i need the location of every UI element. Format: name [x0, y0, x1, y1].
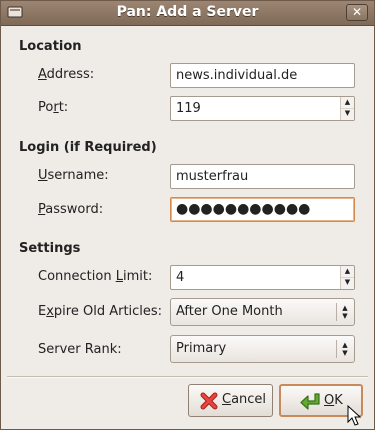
updown-arrows-icon: ▲ ▼ [342, 304, 348, 320]
expire-select-divider [336, 303, 337, 321]
ok-button-label: OK [324, 393, 343, 408]
address-label: Address: [38, 67, 95, 82]
username-input[interactable]: musterfrau [170, 164, 355, 189]
connection-limit-spinbox[interactable]: 4 ▲ ▼ [170, 265, 355, 290]
expire-label: Expire Old Articles: [38, 304, 163, 319]
port-spin-buttons: ▲ ▼ [340, 97, 354, 120]
server-rank-select[interactable]: Primary ▲ ▼ [170, 335, 355, 363]
login-heading: Login (if Required) [19, 140, 157, 155]
cancel-button-label: Cancel [222, 392, 267, 407]
username-label: Username: [38, 168, 109, 183]
add-server-dialog: Pan: Add a Server ✕ Location Address: ne… [0, 0, 375, 430]
action-area-divider [7, 376, 368, 378]
window-title: Pan: Add a Server [116, 4, 259, 20]
port-label: Port: [38, 100, 69, 115]
updown-arrows-icon: ▲ ▼ [342, 341, 348, 357]
cancel-button[interactable]: Cancel [188, 384, 273, 417]
server-rank-select-divider [336, 340, 337, 358]
connection-limit-decrement-icon[interactable]: ▼ [341, 277, 354, 288]
close-window-button[interactable]: ✕ [346, 4, 368, 21]
password-masked-value: ●●●●●●●●●●● [176, 201, 311, 217]
location-heading: Location [19, 39, 82, 54]
ok-arrow-icon [300, 393, 320, 410]
password-input[interactable]: ●●●●●●●●●●● [170, 197, 355, 222]
address-input[interactable]: news.individual.de [170, 63, 355, 88]
mouse-pointer-icon [347, 405, 361, 426]
server-rank-label: Server Rank: [38, 342, 122, 357]
connection-limit-label: Connection Limit: [38, 269, 153, 284]
connection-limit-spin-buttons: ▲ ▼ [340, 266, 354, 289]
expire-selected-value: After One Month [176, 304, 283, 319]
port-value: 119 [176, 101, 201, 116]
title-bar[interactable]: Pan: Add a Server ✕ [1, 1, 374, 26]
port-decrement-icon[interactable]: ▼ [341, 108, 354, 119]
server-rank-selected-value: Primary [176, 341, 227, 356]
cancel-x-icon [200, 392, 218, 410]
expire-select[interactable]: After One Month ▲ ▼ [170, 298, 355, 326]
connection-limit-value: 4 [176, 270, 185, 285]
port-spinbox[interactable]: 119 ▲ ▼ [170, 96, 355, 121]
settings-heading: Settings [19, 241, 81, 256]
password-label: Password: [38, 202, 104, 217]
